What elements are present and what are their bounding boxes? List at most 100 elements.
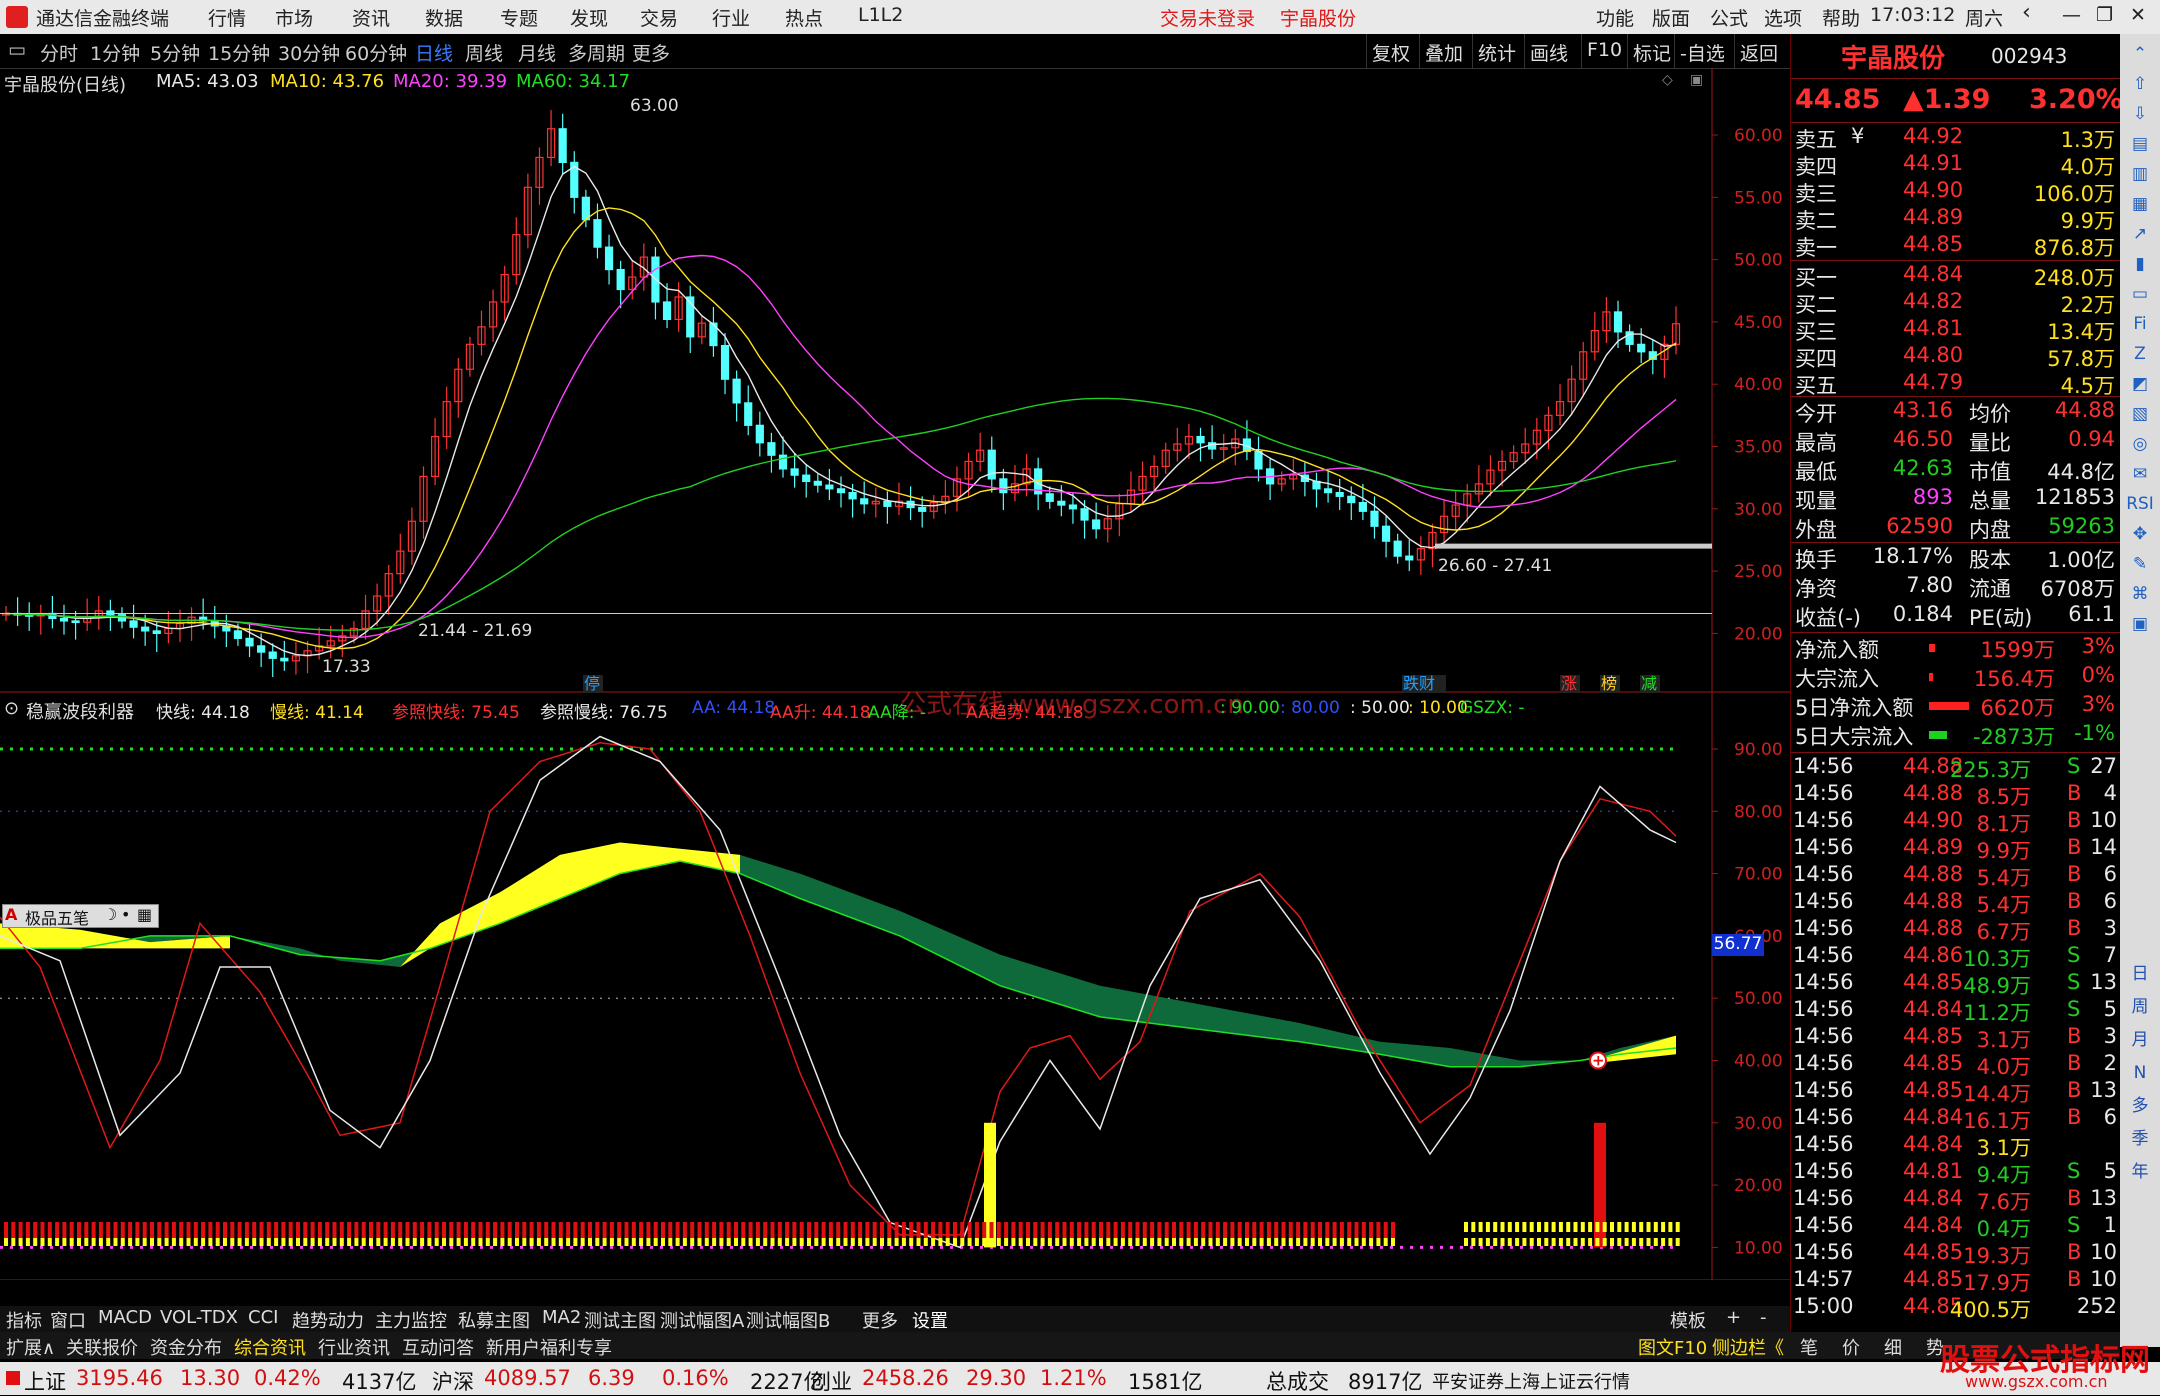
menu-2[interactable]: 资讯 (352, 4, 390, 31)
period-tab-9[interactable]: 多周期 (568, 39, 625, 66)
menu-0[interactable]: 行情 (208, 4, 246, 31)
side-tool-icon-11[interactable]: ◩ (2126, 370, 2154, 398)
ext-tab-6[interactable]: 新用户福利专享 (486, 1334, 612, 1360)
detail-tab-2[interactable]: 细 (1884, 1334, 1902, 1360)
ime-toolbox[interactable]: A 极品五笔 ☽ • ▦ (2, 904, 159, 928)
indicator-toggle-icon[interactable]: ⊙ (4, 698, 19, 719)
indicator-tab-8[interactable]: MA2 (542, 1307, 581, 1328)
side-tool-icon-15[interactable]: RSI (2126, 490, 2154, 518)
right-menu-1[interactable]: 版面 (1652, 4, 1690, 31)
menu-3[interactable]: 数据 (425, 4, 463, 31)
side-tool-icon-13[interactable]: ◎ (2126, 430, 2154, 458)
event-tag-3[interactable]: 榜 (1601, 674, 1617, 693)
right-menu-3[interactable]: 选项 (1764, 4, 1802, 31)
indicator-tab-6[interactable]: 主力监控 (375, 1307, 447, 1333)
indicator-tab-12[interactable]: 更多 (862, 1307, 898, 1333)
chart-tool-4[interactable]: F10 (1587, 39, 1622, 61)
ext-tab-0[interactable]: 扩展∧ (6, 1334, 55, 1360)
period-tab-4[interactable]: 30分钟 (278, 39, 340, 66)
side-tool-icon-4[interactable]: ▥ (2126, 160, 2154, 188)
side-tool-icon-1[interactable]: ⇧ (2126, 70, 2154, 98)
chart-menu-icon[interactable]: ▭ (8, 39, 26, 61)
indicator-tab-right-0[interactable]: 模板 (1670, 1307, 1706, 1333)
ext-tab-1[interactable]: 关联报价 (66, 1334, 138, 1360)
event-tag-0[interactable]: 停 (584, 674, 600, 693)
chart-tool-2[interactable]: 统计 (1478, 39, 1516, 66)
period-tab-7[interactable]: 周线 (465, 39, 503, 66)
side-tool-icon-3[interactable]: ▤ (2126, 130, 2154, 158)
side-tool-icon-19[interactable]: ▣ (2126, 610, 2154, 638)
period-tab-8[interactable]: 月线 (518, 39, 556, 66)
period-tab-5[interactable]: 60分钟 (345, 39, 407, 66)
indicator-tab-9[interactable]: 测试主图 (584, 1307, 656, 1333)
indicator-tab-right-1[interactable]: + (1726, 1307, 1741, 1328)
detail-tab-1[interactable]: 价 (1842, 1334, 1860, 1360)
ext-tab-3[interactable]: 综合资讯 (234, 1334, 306, 1360)
period-shortcut-2[interactable]: 月 (2126, 1026, 2154, 1054)
indicator-tab-2[interactable]: MACD (98, 1307, 152, 1328)
ext-tab-2[interactable]: 资金分布 (150, 1334, 222, 1360)
indicator-tab-7[interactable]: 私募主图 (458, 1307, 530, 1333)
side-tool-icon-8[interactable]: ▭ (2126, 280, 2154, 308)
period-shortcut-0[interactable]: 日 (2126, 960, 2154, 988)
menu-1[interactable]: 市场 (275, 4, 313, 31)
indicator-tab-right-2[interactable]: - (1760, 1307, 1767, 1328)
indicator-tab-1[interactable]: 窗口 (50, 1307, 86, 1333)
chart-canvas[interactable]: 60.00 55.00 50.00 45.00 40.00 35.00 30.00 25.00… (0, 68, 1790, 1280)
period-tab-6[interactable]: 日线 (415, 39, 453, 66)
ime-moon-icon[interactable]: ☽ (103, 905, 117, 924)
menu-6[interactable]: 交易 (640, 4, 678, 31)
side-tool-icon-16[interactable]: ✥ (2126, 520, 2154, 548)
right-menu-0[interactable]: 功能 (1596, 4, 1634, 31)
side-tool-icon-6[interactable]: ↗ (2126, 220, 2154, 248)
index-name-1[interactable]: 沪深 (432, 1366, 474, 1396)
side-tool-icon-18[interactable]: ⌘ (2126, 580, 2154, 608)
side-tool-icon-17[interactable]: ✎ (2126, 550, 2154, 578)
indicator-tab-11[interactable]: 测试幅图B (746, 1307, 830, 1333)
kline-chart-area[interactable]: 60.00 55.00 50.00 45.00 40.00 35.00 30.00 25.00… (0, 68, 1790, 1280)
indicator-tab-0[interactable]: 指标 (6, 1307, 42, 1333)
chart-collapse-icon[interactable]: ▣ (1690, 72, 1703, 88)
detail-tab-0[interactable]: 笔 (1800, 1334, 1818, 1360)
back-icon[interactable]: ‹ (2022, 0, 2031, 25)
close-icon[interactable]: ✕ (2130, 4, 2146, 26)
menu-9[interactable]: L1L2 (858, 4, 903, 26)
ext-tab-right-0[interactable]: 图文F10 (1638, 1334, 1707, 1360)
side-tool-icon-9[interactable]: Fi (2126, 310, 2154, 338)
period-tab-2[interactable]: 5分钟 (150, 39, 200, 66)
indicator-tab-3[interactable]: VOL-TDX (160, 1307, 238, 1328)
period-tab-1[interactable]: 1分钟 (90, 39, 140, 66)
period-tab-3[interactable]: 15分钟 (208, 39, 270, 66)
period-tab-0[interactable]: 分时 (40, 39, 78, 66)
side-tool-icon-0[interactable]: ⌃ (2126, 40, 2154, 68)
chart-diamond-icon[interactable]: ◇ (1662, 72, 1673, 88)
side-tool-icon-12[interactable]: ▧ (2126, 400, 2154, 428)
indicator-tab-10[interactable]: 测试幅图A (660, 1307, 744, 1333)
side-tool-icon-5[interactable]: ▦ (2126, 190, 2154, 218)
menu-5[interactable]: 发现 (570, 4, 608, 31)
minimize-icon[interactable]: — (2062, 4, 2081, 26)
trade-status[interactable]: 交易未登录 (1160, 4, 1255, 31)
ext-tab-4[interactable]: 行业资讯 (318, 1334, 390, 1360)
menu-8[interactable]: 热点 (785, 4, 823, 31)
period-shortcut-3[interactable]: N (2126, 1059, 2154, 1087)
chart-tool-3[interactable]: 画线 (1530, 39, 1568, 66)
ext-tab-5[interactable]: 互动问答 (402, 1334, 474, 1360)
chart-tool-6[interactable]: -自选 (1680, 39, 1725, 66)
side-tool-icon-14[interactable]: ✉ (2126, 460, 2154, 488)
chart-tool-7[interactable]: 返回 (1740, 39, 1778, 66)
menu-7[interactable]: 行业 (712, 4, 750, 31)
event-tag-1[interactable]: 跌财 (1403, 674, 1435, 693)
period-shortcut-4[interactable]: 多 (2126, 1092, 2154, 1120)
event-tag-2[interactable]: 涨 (1561, 674, 1577, 693)
event-tag-4[interactable]: 减 (1641, 674, 1657, 693)
side-tool-icon-2[interactable]: ⇩ (2126, 100, 2154, 128)
ime-keyboard-icon[interactable]: ▦ (137, 905, 152, 924)
side-tool-icon-7[interactable]: ▮ (2126, 250, 2154, 278)
index-name-2[interactable]: 创业 (810, 1366, 852, 1396)
ext-tab-right-1[interactable]: 侧边栏《 (1712, 1334, 1784, 1360)
ime-dot-icon[interactable]: • (121, 905, 130, 924)
restore-icon[interactable]: ❐ (2096, 4, 2113, 26)
index-name-0[interactable]: 上证 (24, 1366, 66, 1396)
chart-tool-1[interactable]: 叠加 (1425, 39, 1463, 66)
